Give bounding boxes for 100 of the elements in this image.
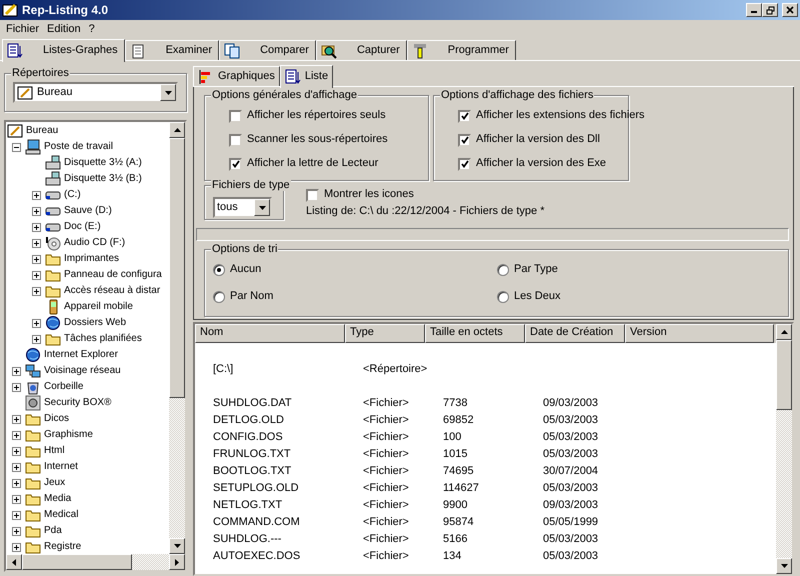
- radio-button[interactable]: [497, 291, 509, 303]
- directory-dropdown[interactable]: Bureau: [13, 82, 178, 103]
- tab[interactable]: Graphiques: [193, 66, 280, 86]
- tree-item[interactable]: Appareil mobile: [6, 299, 169, 315]
- radio-button[interactable]: [213, 291, 225, 303]
- radio-label[interactable]: Aucun: [230, 263, 262, 277]
- expand-icon[interactable]: [12, 446, 21, 456]
- tree-item[interactable]: Security BOX®: [6, 395, 169, 411]
- collapse-icon[interactable]: [12, 142, 21, 152]
- checkbox-label[interactable]: Scanner les sous-répertoires: [247, 133, 388, 147]
- column-header[interactable]: Date de Création: [525, 324, 625, 344]
- expand-icon[interactable]: [32, 286, 41, 296]
- scroll-left-button[interactable]: [6, 554, 22, 570]
- scroll-thumb[interactable]: [22, 554, 132, 570]
- tree-item[interactable]: Registre: [6, 539, 169, 554]
- scroll-right-button[interactable]: [169, 554, 185, 570]
- expand-icon[interactable]: [32, 206, 41, 216]
- expand-icon[interactable]: [12, 542, 21, 552]
- tab[interactable]: Comparer: [219, 40, 316, 60]
- tree-item[interactable]: Accès réseau à distar: [6, 283, 169, 299]
- expand-icon[interactable]: [12, 382, 21, 392]
- tree-item[interactable]: Disquette 3½ (B:): [6, 171, 169, 187]
- radio-button[interactable]: [213, 264, 225, 276]
- checkbox[interactable]: [229, 134, 242, 146]
- tree-item[interactable]: Doc (E:): [6, 219, 169, 235]
- close-button[interactable]: [782, 3, 798, 17]
- checkbox-label[interactable]: Montrer les icones: [324, 188, 414, 202]
- expand-icon[interactable]: [12, 478, 21, 488]
- menu-item[interactable]: Edition: [43, 22, 85, 36]
- radio-label[interactable]: Par Nom: [230, 290, 274, 304]
- splitter-bar[interactable]: [196, 228, 789, 241]
- tree-item[interactable]: Pda: [6, 523, 169, 539]
- scrollbar[interactable]: [776, 324, 792, 574]
- column-header[interactable]: Nom: [195, 324, 345, 344]
- expand-icon[interactable]: [12, 510, 21, 520]
- expand-icon[interactable]: [32, 238, 41, 248]
- radio-button[interactable]: [497, 264, 509, 276]
- tab[interactable]: Programmer: [406, 40, 516, 60]
- tab[interactable]: Liste: [280, 65, 334, 88]
- checkbox-label[interactable]: Afficher la lettre de Lecteur: [247, 157, 378, 171]
- expand-icon[interactable]: [32, 334, 41, 344]
- tree-item[interactable]: Imprimantes: [6, 251, 169, 267]
- menu-item[interactable]: ?: [84, 22, 99, 36]
- tree-item[interactable]: Voisinage réseau: [6, 363, 169, 379]
- checkbox-label[interactable]: Afficher la version des Dll: [476, 133, 600, 147]
- restore-button[interactable]: [762, 3, 778, 17]
- tree-item[interactable]: Internet: [6, 459, 169, 475]
- tree-item[interactable]: Tâches planifiées: [6, 331, 169, 347]
- scroll-up-button[interactable]: [169, 122, 185, 138]
- tree-item[interactable]: Audio CD (F:): [6, 235, 169, 251]
- tree-item[interactable]: Dossiers Web: [6, 315, 169, 331]
- file-type-dropdown[interactable]: tous: [213, 197, 272, 218]
- checkbox-label[interactable]: Afficher les répertoires seuls: [247, 109, 386, 123]
- checkbox[interactable]: [458, 158, 471, 170]
- tree-item[interactable]: Poste de travail: [6, 139, 169, 155]
- column-header[interactable]: Type: [345, 324, 425, 344]
- expand-icon[interactable]: [32, 270, 41, 280]
- expand-icon[interactable]: [12, 366, 21, 376]
- scroll-up-button[interactable]: [776, 324, 792, 340]
- tree-item[interactable]: Bureau: [6, 123, 169, 139]
- checkbox[interactable]: [458, 110, 471, 122]
- tree-item[interactable]: Medical: [6, 507, 169, 523]
- checkbox[interactable]: [229, 110, 242, 122]
- scroll-down-button[interactable]: [169, 538, 185, 554]
- expand-icon[interactable]: [32, 190, 41, 200]
- tree-item[interactable]: Disquette 3½ (A:): [6, 155, 169, 171]
- expand-icon[interactable]: [32, 222, 41, 232]
- tree-item[interactable]: Sauve (D:): [6, 203, 169, 219]
- radio-label[interactable]: Par Type: [514, 263, 558, 277]
- checkbox-label[interactable]: Afficher la version des Exe: [476, 157, 606, 171]
- menu-item[interactable]: Fichier: [2, 22, 44, 36]
- checkbox[interactable]: [458, 134, 471, 146]
- expand-icon[interactable]: [12, 430, 21, 440]
- tree-item[interactable]: (C:): [6, 187, 169, 203]
- scrollbar[interactable]: [6, 554, 185, 570]
- tree-item[interactable]: Dicos: [6, 411, 169, 427]
- column-header[interactable]: Version: [625, 324, 774, 344]
- scrollbar[interactable]: [169, 122, 185, 554]
- tree-item[interactable]: Jeux: [6, 475, 169, 491]
- checkbox[interactable]: [306, 188, 319, 202]
- tab[interactable]: Capturer: [316, 40, 407, 60]
- column-header[interactable]: Taille en octets: [425, 324, 525, 344]
- scroll-thumb[interactable]: [776, 340, 792, 410]
- tab[interactable]: Examiner: [124, 40, 220, 60]
- tab[interactable]: Listes-Graphes: [2, 39, 125, 62]
- tree-item[interactable]: Corbeille: [6, 379, 169, 395]
- expand-icon[interactable]: [12, 414, 21, 424]
- minimize-button[interactable]: [746, 3, 762, 17]
- expand-icon[interactable]: [32, 318, 41, 328]
- checkbox[interactable]: [229, 158, 242, 170]
- expand-icon[interactable]: [32, 254, 41, 264]
- expand-icon[interactable]: [12, 494, 21, 504]
- tree-item[interactable]: Panneau de configura: [6, 267, 169, 283]
- tree-item[interactable]: Media: [6, 491, 169, 507]
- expand-icon[interactable]: [12, 526, 21, 536]
- checkbox-label[interactable]: Afficher les extensions des fichiers: [476, 109, 645, 123]
- scroll-thumb[interactable]: [169, 138, 185, 398]
- tree-item[interactable]: Graphisme: [6, 427, 169, 443]
- tree-item[interactable]: Html: [6, 443, 169, 459]
- tree-item[interactable]: Internet Explorer: [6, 347, 169, 363]
